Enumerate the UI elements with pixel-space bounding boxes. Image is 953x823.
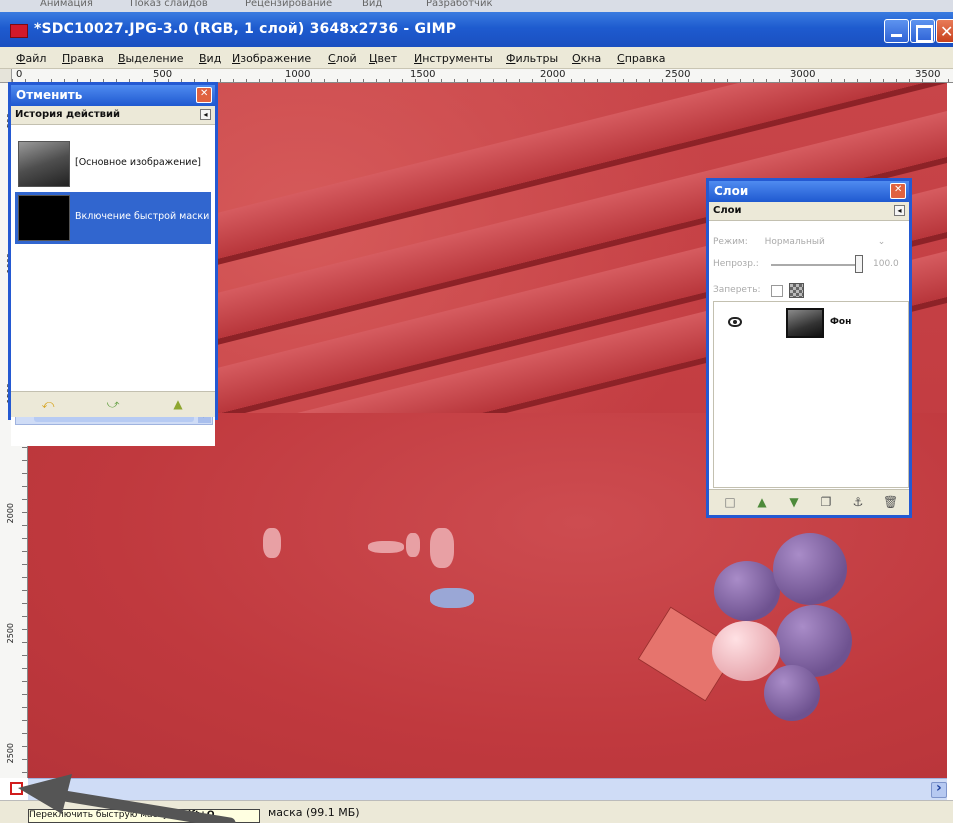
tab-menu-icon[interactable]: ◂: [894, 205, 905, 216]
ruler-label: 1000: [285, 69, 311, 80]
menu-edit[interactable]: Правка: [62, 52, 104, 65]
layers-dialog-tab[interactable]: Слои ◂: [709, 202, 909, 221]
menu-tools[interactable]: Инструменты: [414, 52, 493, 65]
menu-layer[interactable]: Слой: [328, 52, 357, 65]
ruler-corner[interactable]: [0, 69, 12, 83]
status-text: маска (99.1 МБ): [268, 806, 360, 819]
photo-debris: [368, 541, 404, 553]
layers-dialog-title: Слои: [714, 184, 749, 198]
ruler-label: 500: [153, 69, 173, 80]
opacity-slider-handle[interactable]: [855, 255, 863, 273]
layers-dialog: Слои Слои ◂ Режим: Нормальный ⌄ Непрозр.…: [706, 178, 912, 518]
ruler-label: 2000: [6, 503, 15, 524]
anchor-layer-icon[interactable]: ⚓: [851, 496, 865, 508]
menu-image[interactable]: Изображение: [232, 52, 311, 65]
menu-help[interactable]: Справка: [617, 52, 665, 65]
photo-balloon: [764, 665, 820, 721]
layers-dialog-titlebar[interactable]: Слои: [709, 181, 909, 202]
layers-toolbar: □ ▲ ▼ ❐ ⚓ 🗑: [709, 489, 909, 515]
undo-dialog-close-button[interactable]: [196, 87, 212, 103]
tab-menu-icon[interactable]: ◂: [200, 109, 211, 120]
ruler-label: 2500: [6, 623, 15, 644]
history-entry-label: Включение быстрой маски: [75, 211, 210, 222]
scroll-right-icon[interactable]: [931, 780, 947, 798]
redo-icon[interactable]: ⤻: [106, 398, 120, 410]
menu-file[interactable]: Файл: [16, 52, 46, 65]
strip-item-slideshow: Показ слайдов: [130, 0, 208, 9]
clear-history-icon[interactable]: ▲: [171, 398, 185, 410]
duplicate-layer-icon[interactable]: ❐: [819, 496, 833, 508]
history-entry-quickmask[interactable]: Включение быстрой маски: [15, 192, 211, 244]
new-layer-icon[interactable]: □: [723, 496, 737, 508]
close-button[interactable]: [936, 19, 953, 43]
layers-dialog-close-button[interactable]: [890, 183, 906, 199]
opacity-label: Непрозр.:: [713, 259, 759, 269]
mode-select[interactable]: Нормальный: [765, 237, 825, 247]
window-title: *SDC10027.JPG-3.0 (RGB, 1 слой) 3648x273…: [34, 21, 457, 37]
opacity-slider-track[interactable]: [771, 264, 861, 266]
photo-debris: [406, 533, 420, 557]
undo-dialog-titlebar[interactable]: Отменить: [11, 85, 215, 106]
strip-item-view: Вид: [362, 0, 383, 9]
chevron-down-icon[interactable]: ⌄: [878, 237, 886, 247]
mode-row[interactable]: Режим: Нормальный ⌄: [713, 237, 885, 247]
minimize-button[interactable]: [884, 19, 909, 43]
history-thumbnail: [18, 141, 70, 187]
layer-name: Фон: [830, 317, 852, 327]
photo-debris: [430, 528, 454, 568]
maximize-button[interactable]: [910, 19, 935, 43]
ruler-label: 3000: [790, 69, 816, 80]
photo-bottle: [430, 588, 474, 608]
photo-debris: [263, 528, 281, 558]
ruler-label: 3500: [915, 69, 941, 80]
lower-layer-icon[interactable]: ▼: [787, 496, 801, 508]
undo-tab-label: История действий: [15, 109, 120, 120]
history-entry-label: [Основное изображение]: [75, 157, 202, 168]
ruler-label: 0: [16, 69, 23, 80]
raise-layer-icon[interactable]: ▲: [755, 496, 769, 508]
menu-bar: Файл Правка Выделение Вид Изображение Сл…: [0, 47, 953, 69]
undo-toolbar: ⤺ ⤻ ▲: [11, 391, 215, 417]
window-titlebar[interactable]: *SDC10027.JPG-3.0 (RGB, 1 слой) 3648x273…: [0, 12, 953, 47]
undo-dialog-tab[interactable]: История действий ◂: [11, 106, 215, 125]
ruler-label: 1500: [410, 69, 436, 80]
strip-item-animation: Анимация: [40, 0, 93, 9]
strip-item-review: Рецензирование: [245, 0, 333, 9]
photo-balloon: [714, 561, 780, 621]
menu-colors[interactable]: Цвет: [369, 52, 397, 65]
delete-layer-icon[interactable]: 🗑: [883, 496, 898, 508]
layer-list: Фон: [713, 301, 909, 488]
photo-balloon: [712, 621, 780, 681]
undo-dialog-title: Отменить: [16, 88, 83, 102]
background-window-strip: Анимация Показ слайдов Рецензирование Ви…: [0, 0, 953, 12]
menu-view[interactable]: Вид: [199, 52, 221, 65]
strip-item-developer: Разработчик: [426, 0, 493, 9]
ruler-label: 2500: [6, 743, 15, 764]
menu-windows[interactable]: Окна: [572, 52, 601, 65]
menu-select[interactable]: Выделение: [118, 52, 184, 65]
undo-icon[interactable]: ⤺: [41, 398, 55, 410]
undo-history-dialog: Отменить История действий ◂ [Основное из…: [8, 82, 218, 446]
lock-alpha-icon[interactable]: [789, 283, 804, 298]
annotation-arrow-icon: [18, 774, 236, 823]
mode-label: Режим:: [713, 237, 748, 247]
ruler-label: 2000: [540, 69, 566, 80]
gimp-app-icon: [10, 24, 28, 38]
layers-tab-label: Слои: [713, 205, 742, 216]
history-thumbnail: [18, 195, 70, 241]
ruler-label: 2500: [665, 69, 691, 80]
layer-thumbnail: [786, 308, 824, 338]
history-entry-base[interactable]: [Основное изображение]: [15, 138, 211, 190]
eye-icon[interactable]: [728, 317, 742, 327]
opacity-value[interactable]: 100.0: [873, 259, 899, 269]
lock-label: Запереть:: [713, 285, 761, 295]
photo-balloon: [773, 533, 847, 605]
lock-pixels-checkbox[interactable]: [771, 285, 783, 297]
layer-row[interactable]: Фон: [714, 308, 910, 338]
menu-filters[interactable]: Фильтры: [506, 52, 558, 65]
